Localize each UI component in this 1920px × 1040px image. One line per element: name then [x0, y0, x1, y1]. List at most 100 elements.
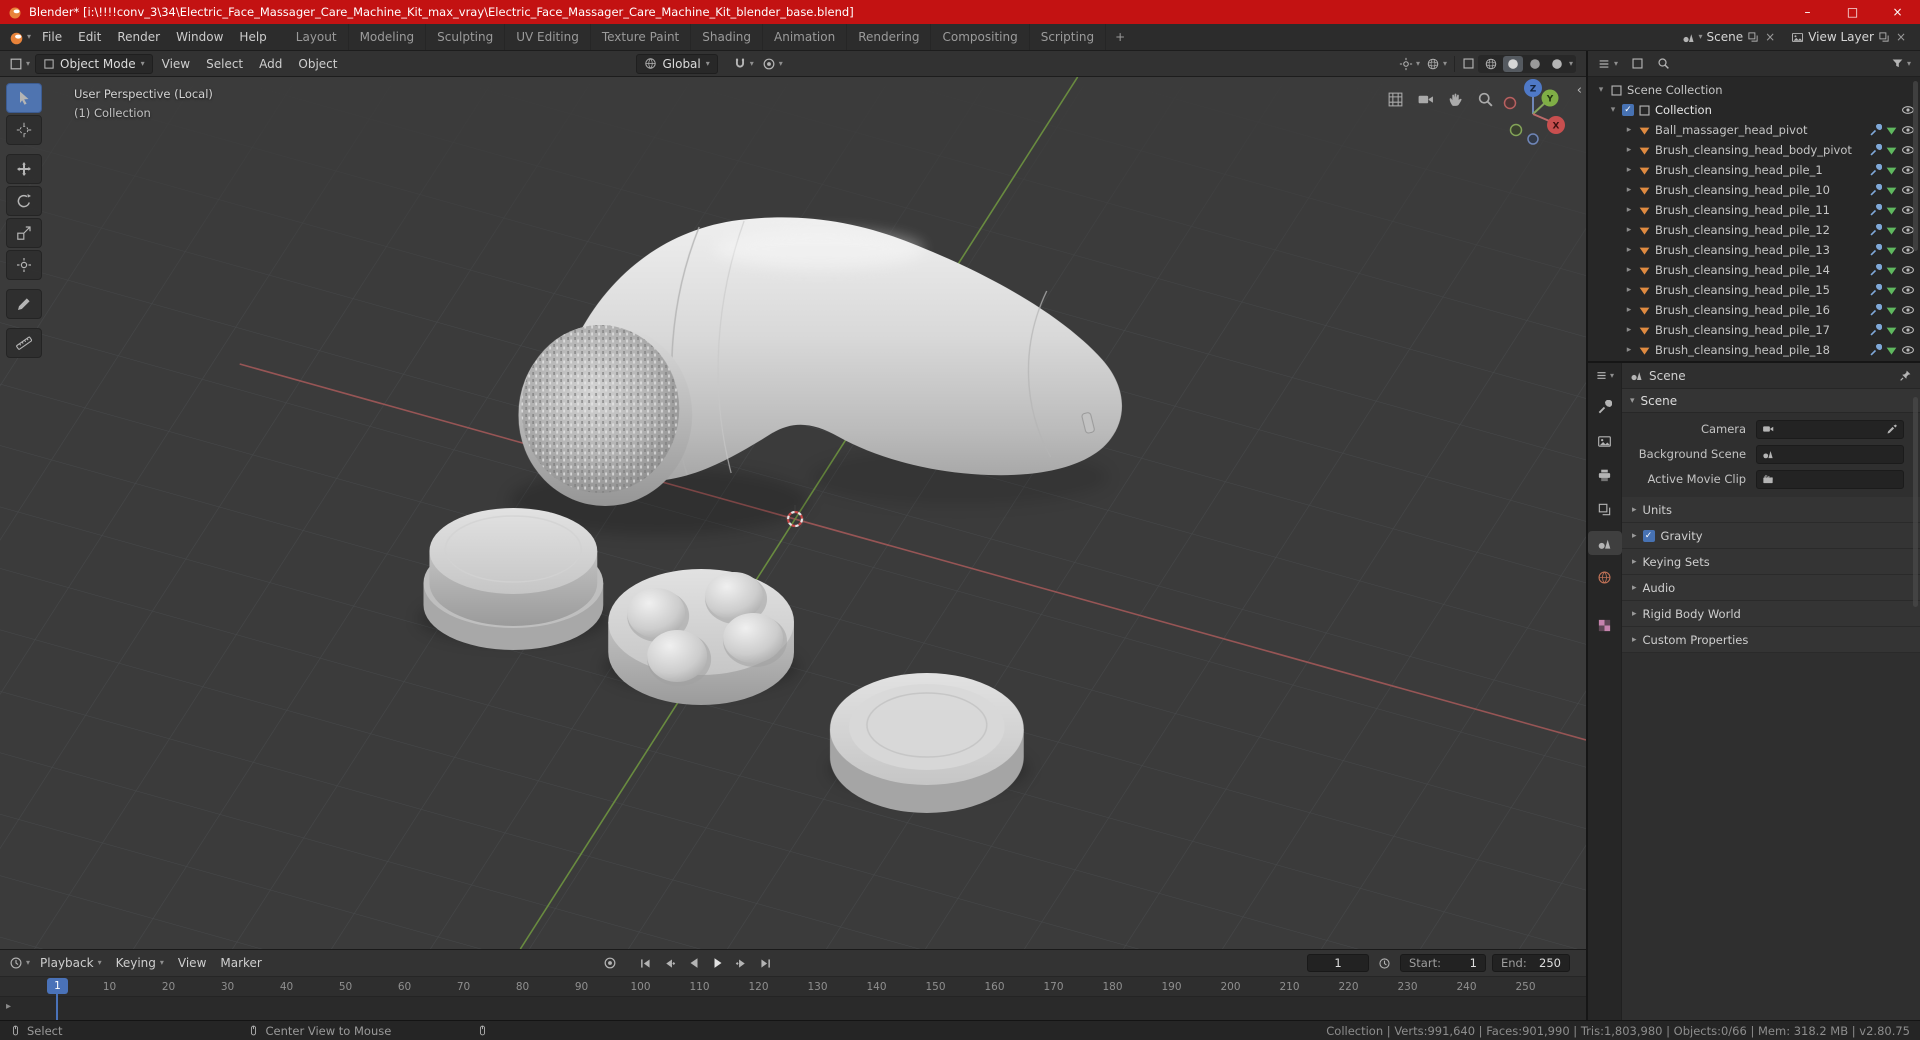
view-layer-selector[interactable]: View Layer × [1791, 30, 1908, 44]
start-frame-field[interactable]: Start: 1 [1400, 954, 1486, 972]
outliner-object-row[interactable]: Brush_cleansing_head_pile_18 [1588, 340, 1920, 360]
menu-add[interactable]: Add [252, 57, 289, 71]
pin-icon[interactable] [1899, 369, 1912, 382]
gravity-section-row[interactable]: Gravity [1622, 523, 1920, 549]
shading-wireframe-button[interactable] [1481, 56, 1501, 72]
jump-to-start-button[interactable] [635, 953, 657, 973]
editor-type-button[interactable] [1594, 57, 1621, 71]
menu-file[interactable]: File [34, 30, 70, 44]
menu-view[interactable]: View [155, 57, 197, 71]
properties-section-row[interactable]: Rigid Body World [1622, 601, 1920, 627]
workspace-tab[interactable]: Compositing [931, 24, 1030, 50]
xray-toggle[interactable] [1459, 57, 1478, 70]
close-button[interactable]: × [1875, 0, 1920, 24]
outliner-object-row[interactable]: Brush_cleansing_head_body_pivot [1588, 140, 1920, 160]
eyedropper-icon[interactable] [1886, 423, 1898, 435]
tab-output[interactable] [1590, 463, 1620, 487]
tab-texture[interactable] [1590, 613, 1620, 637]
minimize-button[interactable]: – [1785, 0, 1830, 24]
outliner-object-row[interactable]: Brush_cleansing_head_pile_16 [1588, 300, 1920, 320]
blender-menu-button[interactable] [6, 30, 34, 45]
tool-measure[interactable] [6, 328, 42, 358]
grid-toggle-icon[interactable] [1387, 91, 1404, 108]
current-frame-field[interactable]: 1 [1307, 954, 1369, 972]
preview-range-clock-icon[interactable] [1375, 957, 1394, 970]
collection-row[interactable]: Collection [1588, 100, 1920, 120]
new-scene-icon[interactable] [1747, 31, 1759, 43]
menu-marker[interactable]: Marker [213, 956, 268, 970]
camera-view-icon[interactable] [1417, 91, 1434, 108]
playhead-line[interactable] [56, 994, 58, 1020]
play-button[interactable] [707, 953, 729, 973]
next-keyframe-button[interactable] [731, 953, 753, 973]
tool-transform[interactable] [6, 250, 42, 280]
mode-selector[interactable]: Object Mode [35, 53, 153, 74]
tab-render[interactable] [1590, 429, 1620, 453]
expand-icon[interactable] [1624, 125, 1634, 135]
collapse-icon[interactable] [1608, 105, 1618, 115]
pan-hand-icon[interactable] [1447, 91, 1464, 108]
expand-icon[interactable] [1624, 185, 1634, 195]
expand-icon[interactable] [1624, 285, 1634, 295]
hide-eye-icon[interactable] [1901, 283, 1915, 297]
hide-eye-icon[interactable] [1901, 323, 1915, 337]
workspace-tab[interactable]: Modeling [349, 24, 427, 50]
workspace-tab[interactable]: Animation [763, 24, 848, 50]
tab-view-layer[interactable] [1590, 497, 1620, 521]
tab-world[interactable] [1590, 565, 1620, 589]
editor-type-button[interactable] [6, 956, 33, 970]
shading-solid-button[interactable] [1502, 55, 1523, 72]
workspace-tab[interactable]: Rendering [847, 24, 932, 50]
background-scene-field[interactable] [1756, 444, 1904, 464]
expand-icon[interactable] [1624, 145, 1634, 155]
menu-edit[interactable]: Edit [70, 30, 109, 44]
tab-scene[interactable] [1587, 531, 1622, 555]
outliner-object-row[interactable]: Ball_massager_head_pivot [1588, 120, 1920, 140]
expand-icon[interactable] [1624, 165, 1634, 175]
scene-panel-header[interactable]: Scene [1622, 389, 1920, 413]
workspace-tab[interactable]: UV Editing [505, 24, 591, 50]
outliner-object-row[interactable]: Brush_cleansing_head_pile_15 [1588, 280, 1920, 300]
menu-help[interactable]: Help [231, 30, 274, 44]
overlays-toggle[interactable] [1423, 57, 1450, 71]
outliner-object-row[interactable]: Brush_cleansing_head_pile_1 [1588, 160, 1920, 180]
properties-scrollbar[interactable] [1913, 397, 1918, 607]
3d-scene[interactable] [0, 77, 1586, 949]
menu-playback[interactable]: Playback [33, 956, 109, 970]
expand-icon[interactable] [1624, 245, 1634, 255]
outliner-object-row[interactable]: Brush_cleansing_head_pile_17 [1588, 320, 1920, 340]
axis-neg-y-ball[interactable] [1509, 123, 1523, 137]
tool-rotate[interactable] [6, 186, 42, 216]
record-button[interactable] [599, 953, 621, 973]
gravity-checkbox[interactable] [1642, 529, 1655, 542]
workspace-tab[interactable]: Scripting [1030, 24, 1107, 50]
display-mode-button[interactable] [1628, 57, 1647, 70]
tool-annotate[interactable] [6, 289, 42, 319]
editor-type-button[interactable] [1595, 369, 1614, 382]
shading-material-button[interactable] [1525, 56, 1545, 72]
unlink-scene-icon[interactable]: × [1763, 30, 1777, 44]
timeline-channels[interactable] [0, 996, 1586, 1020]
expand-icon[interactable] [1624, 345, 1634, 355]
play-reverse-button[interactable] [683, 953, 705, 973]
current-frame-marker[interactable]: 1 [47, 978, 68, 994]
menu-window[interactable]: Window [168, 30, 231, 44]
gizmos-toggle[interactable] [1396, 57, 1423, 71]
menu-render[interactable]: Render [109, 30, 168, 44]
scene-selector[interactable]: Scene × [1682, 30, 1778, 44]
outliner-object-row[interactable]: Brush_cleansing_head_pile_14 [1588, 260, 1920, 280]
attachment-pad[interactable] [829, 673, 1024, 813]
expand-icon[interactable] [1624, 325, 1634, 335]
viewport-canvas[interactable]: User Perspective (Local) (1) Collection [0, 77, 1586, 949]
camera-field[interactable] [1756, 419, 1904, 439]
expand-icon[interactable] [1624, 265, 1634, 275]
properties-section-row[interactable]: Keying Sets [1622, 549, 1920, 575]
zoom-icon[interactable] [1477, 91, 1494, 108]
outliner-object-row[interactable]: Brush_cleansing_head_pile_10 [1588, 180, 1920, 200]
outliner-object-row[interactable]: Brush_cleansing_head_pile_11 [1588, 200, 1920, 220]
collapse-icon[interactable] [1596, 85, 1606, 95]
properties-section-row[interactable]: Units [1622, 497, 1920, 523]
new-view-layer-icon[interactable] [1878, 31, 1890, 43]
menu-view[interactable]: View [171, 956, 213, 970]
outliner-object-row[interactable]: Brush_cleansing_head_pile_12 [1588, 220, 1920, 240]
